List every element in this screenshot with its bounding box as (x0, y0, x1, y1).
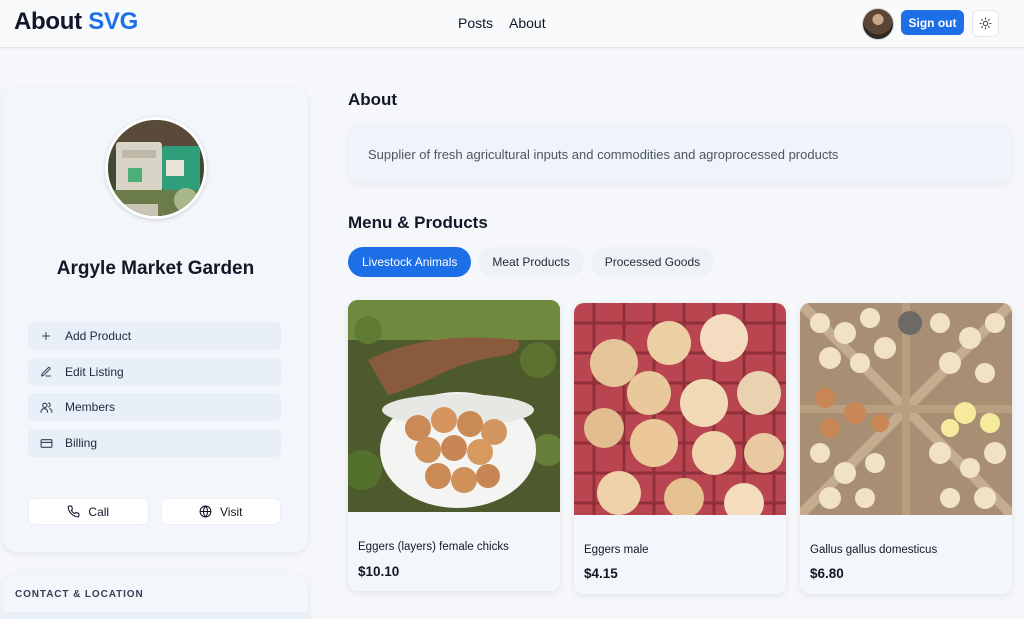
product-card[interactable]: Gallus gallus domesticus $6.80 (800, 303, 1012, 594)
brand-main: About (14, 8, 82, 35)
product-image-chicks-box (800, 303, 1012, 519)
plus-icon (39, 329, 53, 343)
users-icon (39, 400, 53, 414)
sun-icon (979, 17, 992, 30)
main-nav: Posts About (458, 15, 546, 31)
billing-button[interactable]: Billing (28, 429, 281, 458)
about-text: Supplier of fresh agricultural inputs an… (368, 146, 839, 162)
profile-card: Argyle Market Garden Add Product Edit Li… (3, 88, 308, 552)
phone-icon (67, 505, 80, 518)
add-product-button[interactable]: Add Product (28, 322, 281, 350)
product-price: $4.15 (584, 566, 618, 581)
product-card[interactable]: Eggers male $4.15 (574, 303, 786, 594)
members-button[interactable]: Members (28, 393, 281, 422)
about-heading: About (348, 90, 398, 109)
product-name: Eggers (layers) female chicks (358, 541, 509, 553)
nav-posts[interactable]: Posts (458, 15, 493, 31)
brand-logo[interactable]: About SVG (14, 8, 138, 36)
business-name: Argyle Market Garden (56, 258, 255, 279)
globe-icon (199, 505, 212, 518)
product-card[interactable]: Eggers (layers) female chicks $10.10 (348, 300, 560, 591)
add-product-label: Add Product (65, 329, 132, 343)
product-price: $10.10 (358, 564, 400, 579)
nav-about[interactable]: About (509, 15, 546, 31)
edit-icon (39, 365, 53, 379)
product-tabs: Livestock Animals Meat Products Processe… (348, 247, 715, 277)
tab-processed-goods[interactable]: Processed Goods (590, 247, 715, 277)
tab-livestock-animals[interactable]: Livestock Animals (348, 247, 472, 277)
sign-out-button[interactable]: Sign out (901, 10, 964, 35)
action-list: Add Product Edit Listing Members Billing (28, 322, 281, 465)
contact-location-card: CONTACT & LOCATION (3, 574, 308, 619)
menu-heading: Menu & Products (348, 213, 488, 232)
product-name: Eggers male (584, 544, 649, 556)
product-image-eggs (348, 300, 560, 512)
profile-photo (105, 117, 207, 219)
call-button[interactable]: Call (28, 498, 149, 525)
contact-actions: Call Visit (28, 498, 281, 525)
call-label: Call (88, 504, 110, 519)
product-price: $6.80 (810, 566, 844, 581)
visit-label: Visit (220, 504, 243, 519)
product-name: Gallus gallus domesticus (810, 544, 938, 556)
contact-location-title: CONTACT & LOCATION (15, 589, 144, 600)
theme-toggle-button[interactable] (972, 10, 999, 37)
top-navbar: About SVG Posts About Sign out (0, 0, 1024, 48)
credit-card-icon (39, 436, 53, 450)
edit-listing-label: Edit Listing (65, 364, 124, 379)
billing-label: Billing (65, 436, 98, 451)
edit-listing-button[interactable]: Edit Listing (28, 357, 281, 386)
brand-accent: SVG (88, 8, 138, 35)
user-avatar[interactable] (862, 8, 894, 40)
about-description: Supplier of fresh agricultural inputs an… (348, 125, 1012, 183)
product-image-chicks-crate (574, 303, 786, 523)
tab-meat-products[interactable]: Meat Products (478, 247, 584, 277)
product-grid: Eggers (layers) female chicks $10.10 Egg… (348, 300, 1014, 600)
members-label: Members (65, 400, 116, 415)
contact-strip (3, 612, 308, 619)
visit-button[interactable]: Visit (160, 498, 281, 525)
